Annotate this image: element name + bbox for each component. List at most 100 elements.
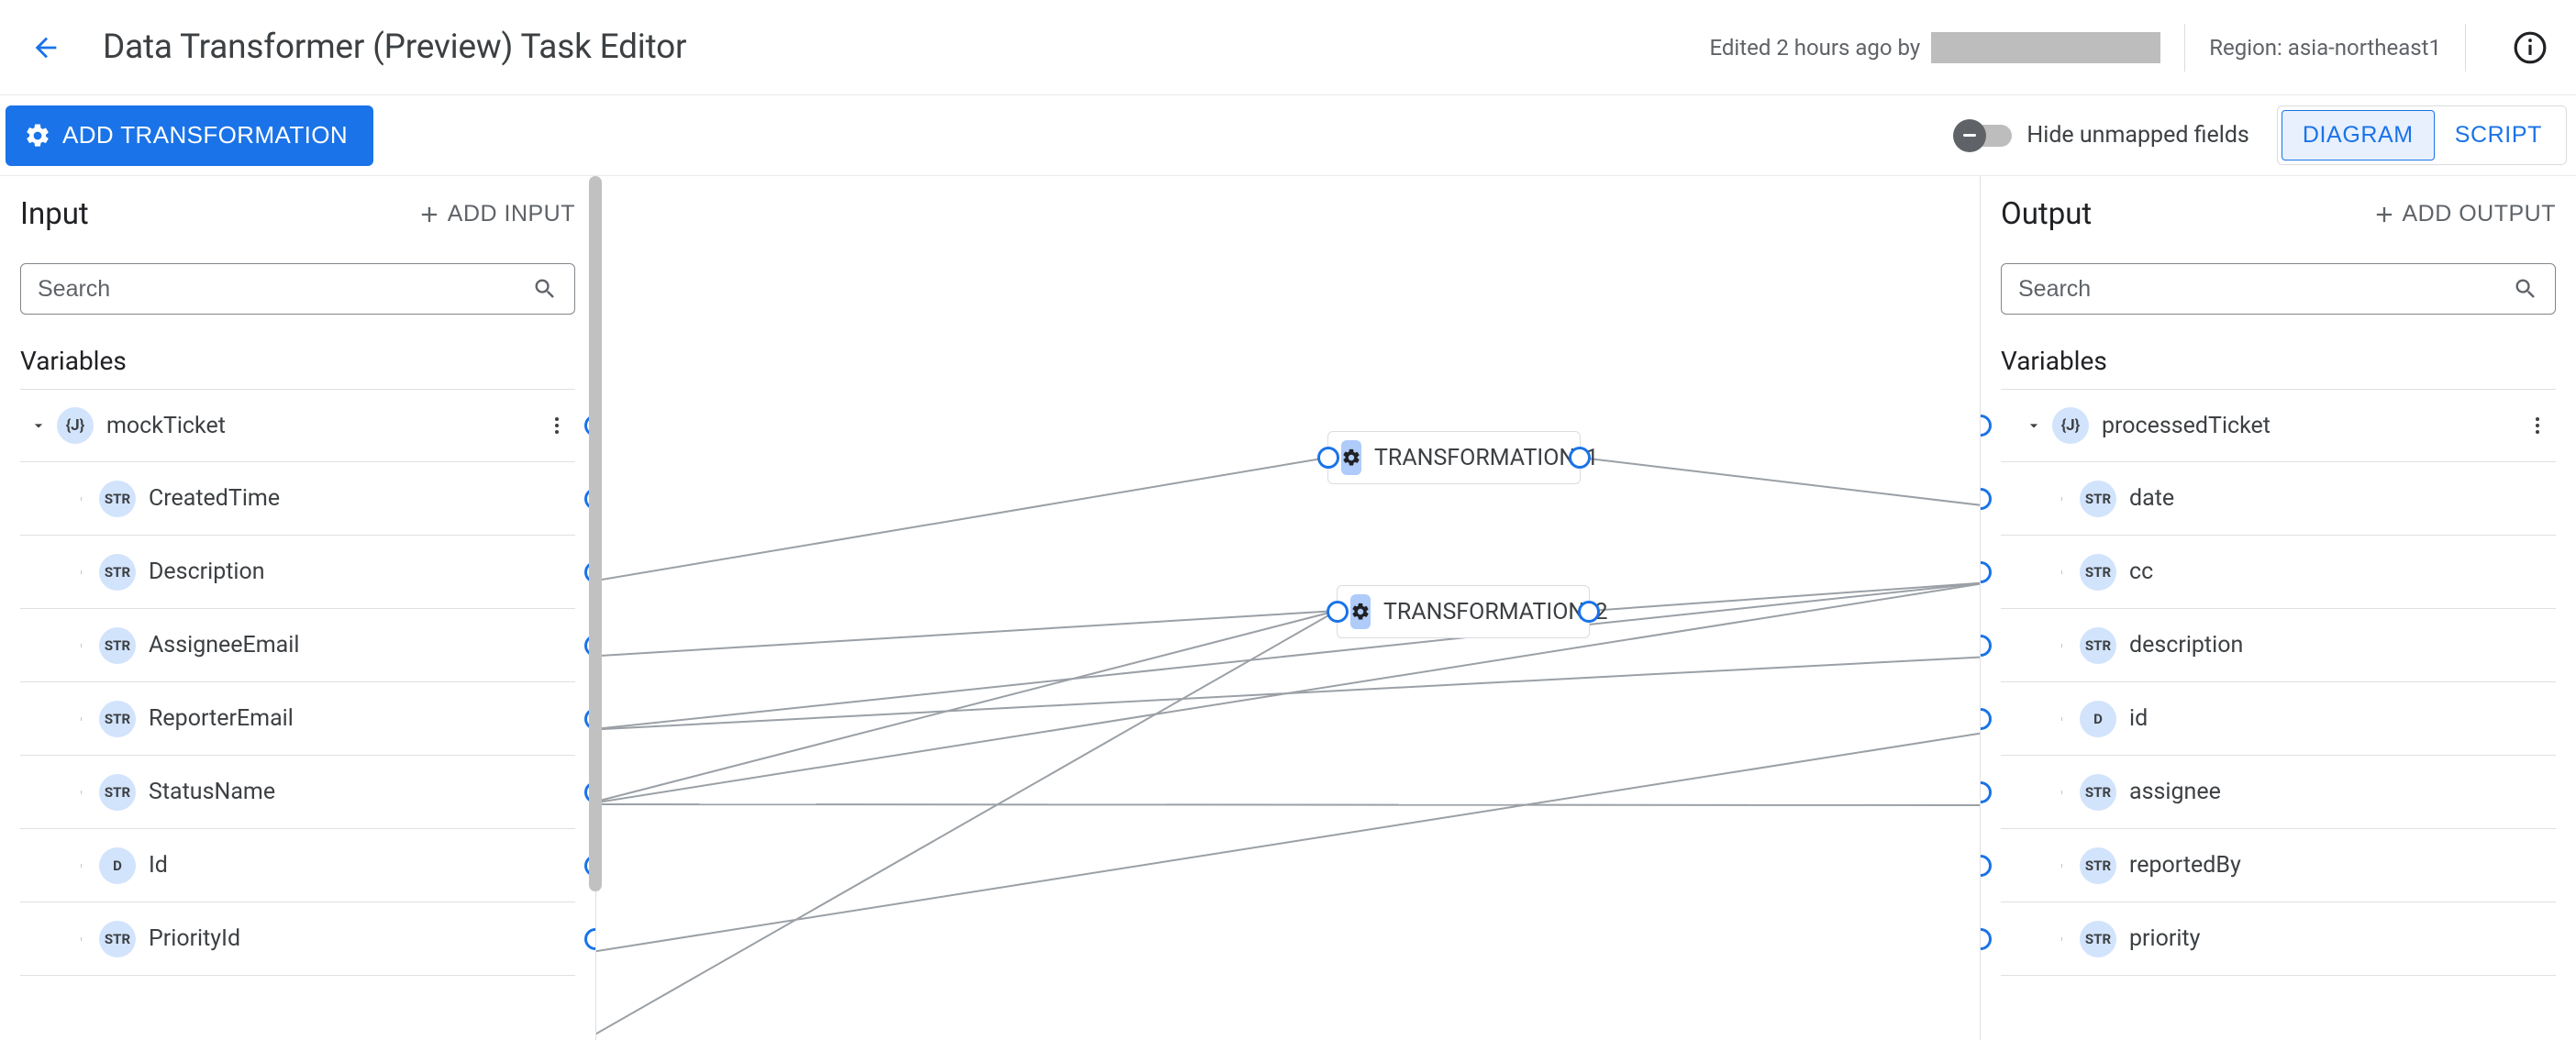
input-panel-title: Input bbox=[20, 196, 89, 232]
output-var-item[interactable]: STRdate bbox=[2001, 462, 2556, 536]
input-panel: Input ADD INPUT Variables {J} mockTicket bbox=[0, 176, 596, 1040]
type-chip: STR bbox=[2080, 847, 2116, 884]
add-input-button[interactable]: ADD INPUT bbox=[416, 201, 575, 227]
type-chip: STR bbox=[99, 701, 136, 737]
input-var-item[interactable]: STRCreatedTime bbox=[20, 462, 575, 536]
var-name: StatusName bbox=[149, 779, 275, 805]
more-vert-icon bbox=[2526, 415, 2548, 437]
type-chip: {J} bbox=[57, 407, 94, 444]
scrollbar-thumb[interactable] bbox=[589, 176, 602, 891]
add-transformation-label: ADD TRANSFORMATION bbox=[62, 121, 348, 149]
chevron-down-icon[interactable] bbox=[2015, 416, 2052, 435]
input-var-item[interactable]: STRDescription bbox=[20, 536, 575, 609]
output-search-field[interactable] bbox=[2018, 276, 2513, 303]
input-var-root[interactable]: {J} mockTicket bbox=[20, 389, 575, 462]
search-icon bbox=[532, 276, 558, 302]
output-var-item[interactable]: STRassignee bbox=[2001, 756, 2556, 829]
input-port[interactable] bbox=[1981, 708, 1992, 730]
input-port[interactable] bbox=[1981, 561, 1992, 583]
add-output-label: ADD OUTPUT bbox=[2403, 201, 2557, 227]
output-var-item[interactable]: STR reportedBy bbox=[2001, 829, 2556, 902]
input-variables-label: Variables bbox=[0, 342, 595, 389]
input-var-item[interactable]: STRAssigneeEmail bbox=[20, 609, 575, 682]
more-button[interactable] bbox=[2519, 398, 2556, 453]
header-bar: Data Transformer (Preview) Task Editor E… bbox=[0, 0, 2576, 95]
input-var-item[interactable]: STR ReporterEmail bbox=[20, 682, 575, 756]
type-chip: D bbox=[2080, 701, 2116, 737]
type-chip: {J} bbox=[2052, 407, 2089, 444]
input-var-item[interactable]: STR PriorityId bbox=[20, 902, 575, 976]
var-name: AssigneeEmail bbox=[149, 632, 299, 658]
var-name: mockTicket bbox=[106, 413, 226, 439]
region-label: Region: asia-northeast1 bbox=[2209, 35, 2441, 61]
type-chip: STR bbox=[2080, 481, 2116, 517]
output-var-item[interactable]: STR description bbox=[2001, 609, 2556, 682]
var-name: description bbox=[2129, 632, 2243, 658]
output-var-item[interactable]: STRcc bbox=[2001, 536, 2556, 609]
input-var-item[interactable]: D Id bbox=[20, 829, 575, 902]
editor-user bbox=[1931, 32, 2160, 63]
transformation-node[interactable]: TRANSFORMATION_1 bbox=[1327, 431, 1581, 484]
input-port[interactable] bbox=[1981, 415, 1992, 437]
view-switcher: DIAGRAM SCRIPT bbox=[2277, 105, 2567, 165]
input-search-field[interactable] bbox=[38, 276, 532, 303]
connection-wires bbox=[596, 176, 1980, 1040]
output-port[interactable] bbox=[1578, 601, 1600, 623]
info-icon bbox=[2513, 30, 2548, 65]
arrow-left-icon bbox=[30, 32, 61, 63]
type-chip: STR bbox=[99, 774, 136, 811]
workspace: Input ADD INPUT Variables {J} mockTicket bbox=[0, 176, 2576, 1040]
more-button[interactable] bbox=[539, 398, 575, 453]
plus-icon bbox=[416, 202, 442, 227]
info-button[interactable] bbox=[2510, 28, 2550, 68]
type-chip: STR bbox=[2080, 921, 2116, 957]
add-output-button[interactable]: ADD OUTPUT bbox=[2371, 201, 2557, 227]
input-port[interactable] bbox=[1317, 447, 1339, 469]
input-port[interactable] bbox=[1981, 781, 1992, 803]
node-label: TRANSFORMATION_2 bbox=[1383, 599, 1608, 625]
tab-diagram[interactable]: DIAGRAM bbox=[2282, 110, 2435, 160]
separator bbox=[2465, 24, 2466, 72]
input-var-item[interactable]: STR StatusName bbox=[20, 756, 575, 829]
gear-icon bbox=[1350, 594, 1371, 629]
var-name: CreatedTime bbox=[149, 485, 280, 512]
type-chip: D bbox=[99, 847, 136, 884]
gear-icon bbox=[1341, 440, 1361, 475]
var-name: ReporterEmail bbox=[149, 705, 294, 732]
input-variable-list: {J} mockTicket STRCreatedTime STRDescrip… bbox=[0, 389, 595, 1040]
output-port[interactable] bbox=[584, 928, 595, 950]
tab-script[interactable]: SCRIPT bbox=[2435, 111, 2562, 160]
output-port[interactable] bbox=[1569, 447, 1591, 469]
output-panel-title: Output bbox=[2001, 196, 2092, 232]
output-var-item[interactable]: STRpriority bbox=[2001, 902, 2556, 976]
var-name: PriorityId bbox=[149, 925, 240, 952]
var-name: reportedBy bbox=[2129, 852, 2241, 879]
add-transformation-button[interactable]: ADD TRANSFORMATION bbox=[6, 105, 373, 166]
hide-unmapped-label: Hide unmapped fields bbox=[2026, 122, 2248, 149]
input-port[interactable] bbox=[1981, 488, 1992, 510]
output-search[interactable] bbox=[2001, 263, 2556, 315]
input-port[interactable] bbox=[1981, 855, 1992, 877]
search-icon bbox=[2513, 276, 2538, 302]
input-port[interactable] bbox=[1981, 635, 1992, 657]
plus-icon bbox=[2371, 202, 2397, 227]
output-panel: Output ADD OUTPUT Variables {J} processe… bbox=[1980, 176, 2576, 1040]
transformation-node[interactable]: TRANSFORMATION_2 bbox=[1337, 585, 1590, 638]
page-title: Data Transformer (Preview) Task Editor bbox=[103, 28, 686, 67]
hide-unmapped-toggle[interactable] bbox=[1957, 125, 2012, 147]
input-port[interactable] bbox=[1327, 601, 1349, 623]
edited-by-text: Edited 2 hours ago by bbox=[1709, 35, 1920, 61]
type-chip: STR bbox=[2080, 627, 2116, 664]
canvas[interactable]: TRANSFORMATION_1 TRANSFORMATION_2 bbox=[596, 176, 1980, 1040]
input-search[interactable] bbox=[20, 263, 575, 315]
type-chip: STR bbox=[99, 921, 136, 957]
chevron-down-icon[interactable] bbox=[20, 416, 57, 435]
output-var-root[interactable]: {J} processedTicket bbox=[2001, 389, 2556, 462]
add-input-label: ADD INPUT bbox=[448, 201, 575, 227]
var-name: assignee bbox=[2129, 779, 2221, 805]
var-name: id bbox=[2129, 705, 2148, 732]
output-var-item[interactable]: Did bbox=[2001, 682, 2556, 756]
var-name: Id bbox=[149, 852, 168, 879]
input-port[interactable] bbox=[1981, 928, 1992, 950]
back-button[interactable] bbox=[26, 28, 66, 68]
